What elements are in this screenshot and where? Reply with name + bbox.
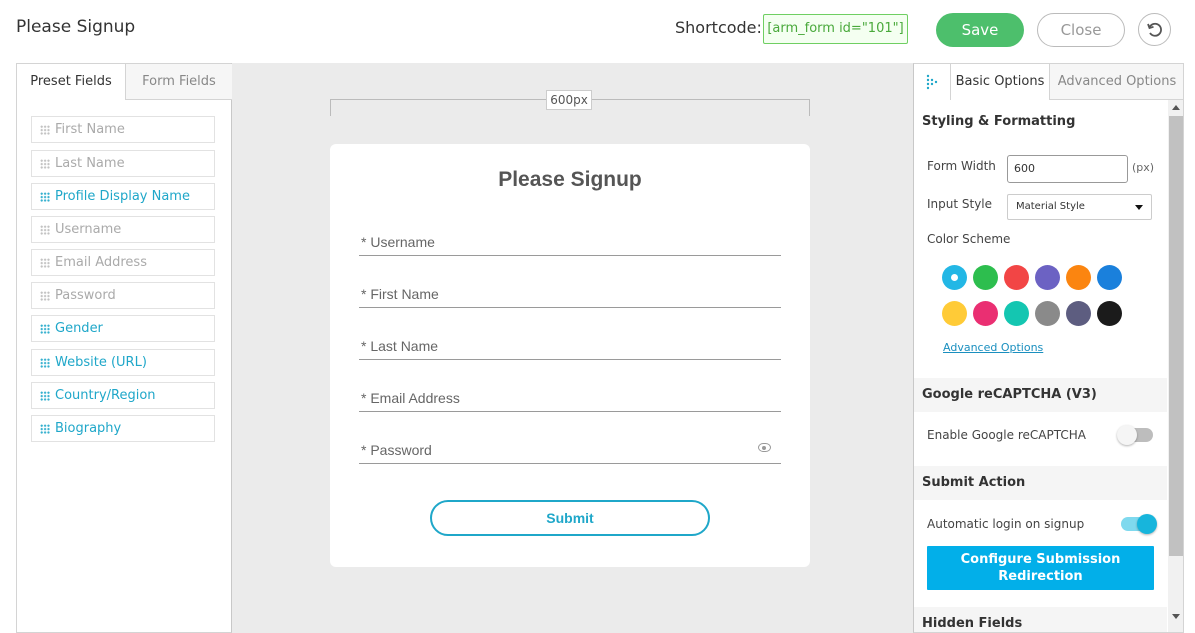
color-swatch[interactable] [942,301,967,326]
field-item-label: Gender [55,321,103,336]
drag-handle-icon [40,191,50,202]
page-title: Please Signup [16,17,136,37]
form-input-username[interactable]: * Username [359,226,781,256]
input-style-value: Material Style [1016,201,1085,212]
section-heading-submit-action: Submit Action [914,466,1167,500]
field-item-label: Last Name [55,156,125,171]
tab-advanced-options[interactable]: Advanced Options [1049,64,1183,100]
drag-handle-icon [40,423,50,434]
drag-handle-icon [40,357,50,368]
chevron-down-icon [1135,205,1143,210]
toggle-knob [1117,425,1137,445]
drag-handle-icon [40,257,50,268]
fields-panel: Preset Fields Form Fields First Name Las… [16,63,232,633]
form-width-unit: (px) [1132,161,1155,174]
color-swatch[interactable] [1097,301,1122,326]
field-item-password[interactable]: Password [31,282,215,309]
field-item-label: Country/Region [55,388,156,403]
width-ruler-label: 600px [546,90,592,110]
color-swatch[interactable] [973,265,998,290]
form-input-label: * Username [361,234,435,250]
section-heading-hidden-fields: Hidden Fields [914,607,1167,632]
form-input-email-address[interactable]: * Email Address [359,382,781,412]
form-preview: Please Signup * Username * First Name * … [330,144,810,567]
field-item-email-address[interactable]: Email Address [31,249,215,276]
scroll-down-icon[interactable] [1172,614,1180,619]
color-swatch[interactable] [1035,265,1060,290]
field-item-first-name[interactable]: First Name [31,116,215,143]
input-style-select[interactable]: Material Style [1007,194,1152,220]
form-input-label: * First Name [361,286,439,302]
form-input-label: * Password [361,442,432,458]
tab-form-fields[interactable]: Form Fields [125,64,232,100]
scrollbar-thumb[interactable] [1169,116,1183,556]
drag-handle-icon [40,224,50,235]
save-button[interactable]: Save [936,13,1024,47]
field-item-label: Biography [55,421,122,436]
color-swatch[interactable] [973,301,998,326]
color-swatch[interactable] [942,265,967,290]
tab-preset-fields[interactable]: Preset Fields [17,64,125,100]
shortcode-label: Shortcode: [675,18,762,37]
field-item-label: Profile Display Name [55,189,190,204]
drag-handle-icon [40,323,50,334]
field-item-label: Username [55,222,122,237]
scroll-up-icon[interactable] [1172,105,1180,110]
color-swatch[interactable] [1004,265,1029,290]
reset-icon [1147,22,1162,37]
field-item-biography[interactable]: Biography [31,415,215,442]
submit-button[interactable]: Submit [430,500,710,536]
field-item-profile-display-name[interactable]: Profile Display Name [31,183,215,210]
color-swatch[interactable] [1004,301,1029,326]
toggle-knob [1137,514,1157,534]
drag-handle-icon [40,124,50,135]
shortcode-field[interactable]: [arm_form id="101"] [763,14,908,44]
recaptcha-label: Enable Google reCAPTCHA [927,428,1086,442]
field-item-label: First Name [55,122,125,137]
form-input-first-name[interactable]: * First Name [359,278,781,308]
panel-toggle-icon [926,74,938,90]
eye-icon[interactable] [758,443,771,452]
header: Please Signup Shortcode: [arm_form id="1… [0,0,1195,62]
form-input-password[interactable]: * Password [359,434,781,464]
close-button[interactable]: Close [1037,13,1125,47]
section-heading-styling: Styling & Formatting [914,105,1167,139]
drag-handle-icon [40,390,50,401]
auto-login-label: Automatic login on signup [927,517,1085,531]
form-title[interactable]: Please Signup [330,168,810,192]
form-width-label: Form Width [927,159,996,173]
color-swatch[interactable] [1035,301,1060,326]
form-input-last-name[interactable]: * Last Name [359,330,781,360]
input-style-label: Input Style [927,197,993,211]
section-heading-recaptcha: Google reCAPTCHA (V3) [914,378,1167,412]
color-swatch[interactable] [1097,265,1122,290]
field-item-website[interactable]: Website (URL) [31,349,215,376]
color-swatch[interactable] [1066,301,1091,326]
field-item-label: Password [55,288,116,303]
color-swatch[interactable] [1066,265,1091,290]
reset-button[interactable] [1138,13,1171,46]
field-item-gender[interactable]: Gender [31,315,215,342]
panel-toggle-button[interactable] [914,64,951,100]
field-item-last-name[interactable]: Last Name [31,150,215,177]
advanced-options-link[interactable]: Advanced Options [943,341,1043,354]
options-scrollbar[interactable] [1168,100,1183,632]
configure-redirection-button[interactable]: Configure Submission Redirection [927,546,1154,590]
options-panel: Basic Options Advanced Options Styling &… [913,63,1184,633]
recaptcha-toggle[interactable] [1117,425,1153,445]
auto-login-toggle[interactable] [1121,514,1157,534]
form-width-input[interactable]: 600 [1007,155,1128,183]
drag-handle-icon [40,290,50,301]
form-input-label: * Email Address [361,390,460,406]
drag-handle-icon [40,158,50,169]
field-item-username[interactable]: Username [31,216,215,243]
field-item-label: Email Address [55,255,147,270]
field-item-country-region[interactable]: Country/Region [31,382,215,409]
form-canvas: 600px Please Signup * Username * First N… [232,63,913,633]
color-scheme-label: Color Scheme [927,232,1011,246]
form-input-label: * Last Name [361,338,439,354]
field-item-label: Website (URL) [55,355,147,370]
